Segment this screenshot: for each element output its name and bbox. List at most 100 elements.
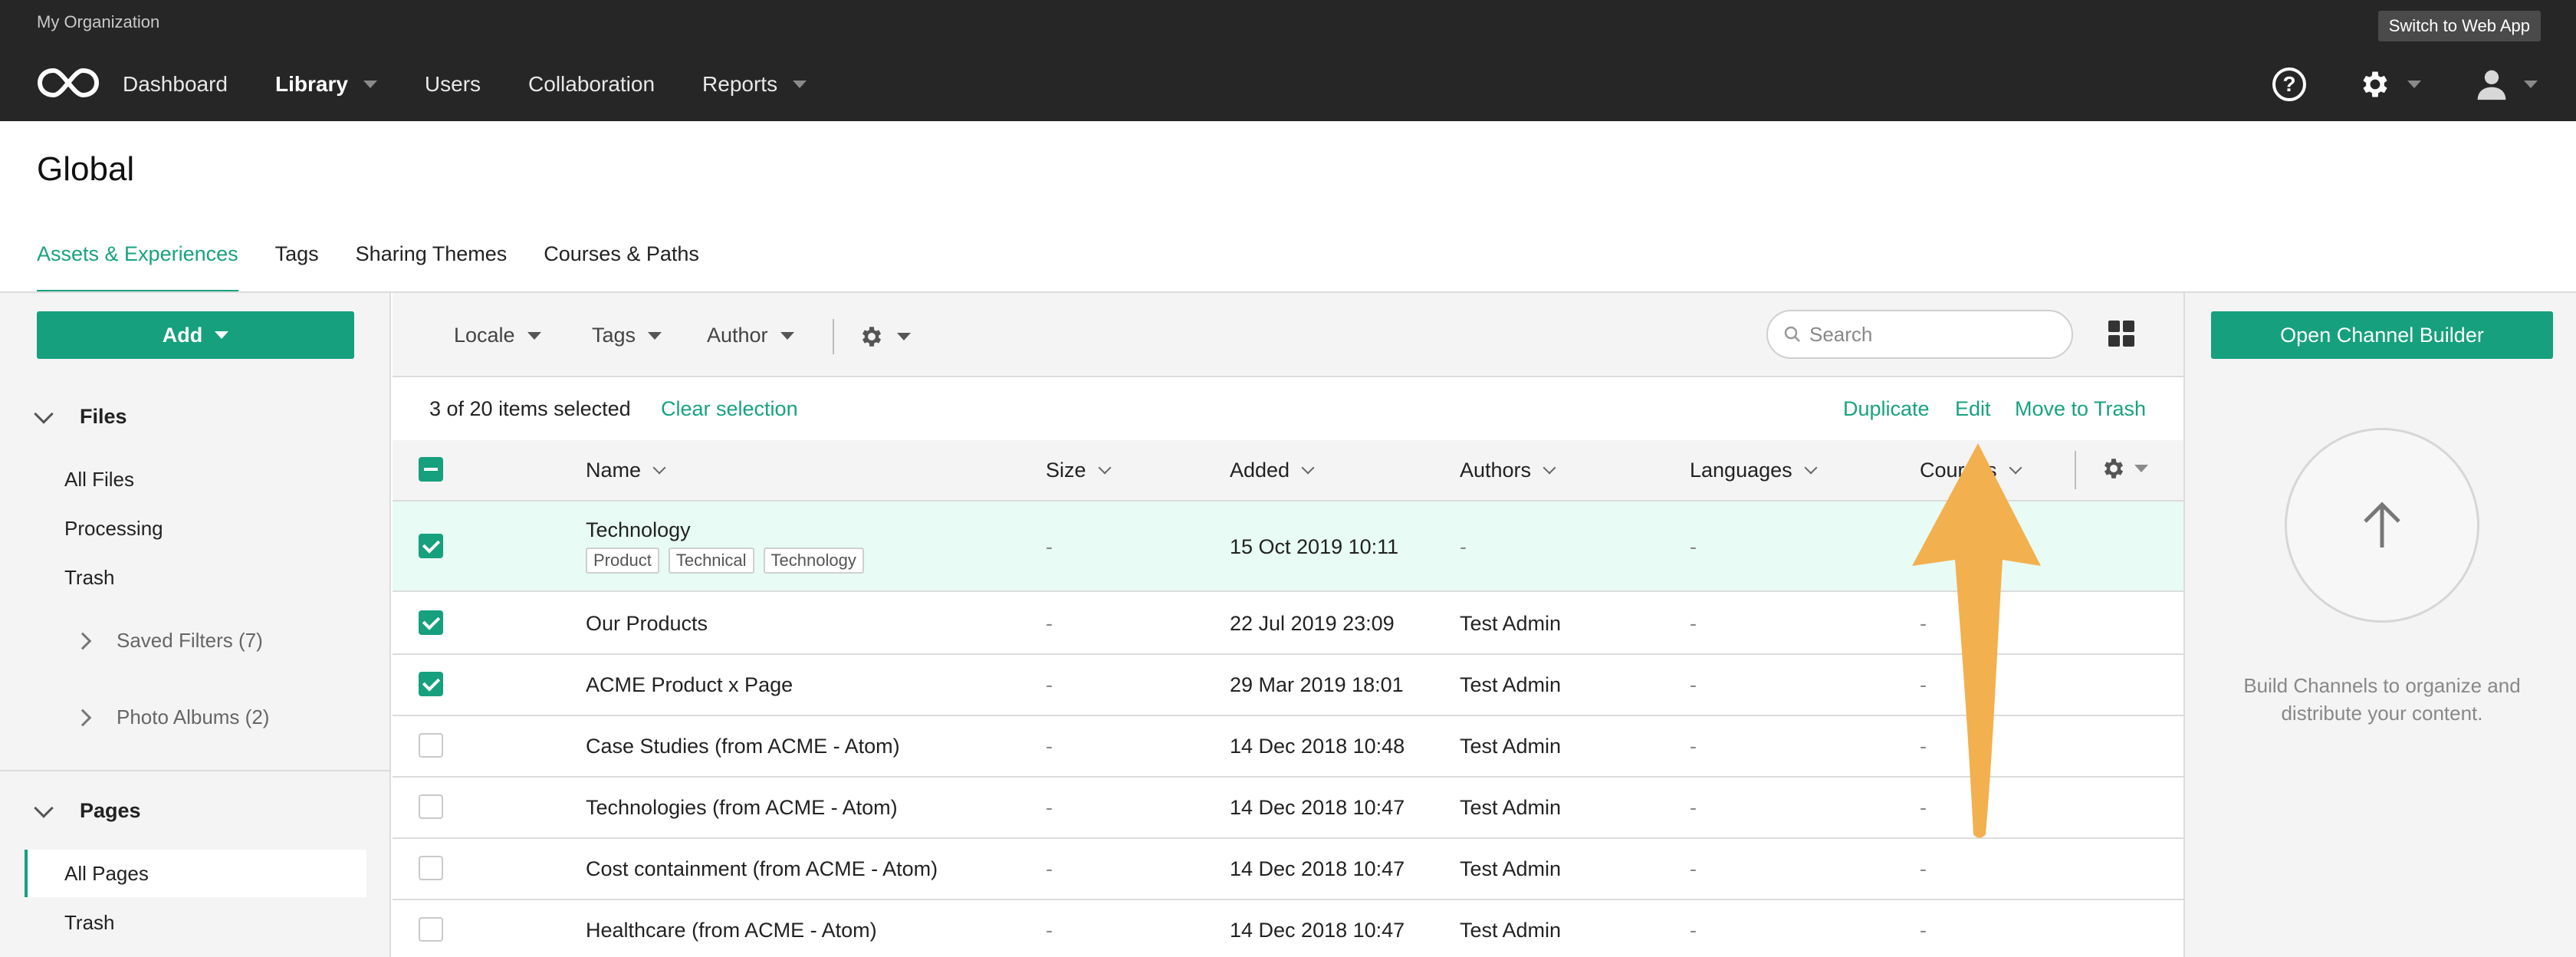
- row-name[interactable]: ACME Product x Page: [586, 673, 793, 697]
- main-nav: Dashboard Library Users Collaboration Re…: [123, 67, 854, 101]
- files-heading: Files: [80, 405, 127, 428]
- row-name[interactable]: Healthcare (from ACME - Atom): [586, 919, 877, 942]
- row-name[interactable]: Cost containment (from ACME - Atom): [586, 857, 938, 881]
- table-row[interactable]: Case Studies (from ACME - Atom) - 14 Dec…: [393, 716, 2183, 778]
- edit-action[interactable]: Edit: [1955, 397, 1991, 421]
- row-checkbox[interactable]: [419, 610, 443, 635]
- channel-upload-dropzone[interactable]: [2285, 428, 2479, 623]
- caret-down-icon: [215, 331, 229, 339]
- row-courses: -: [1920, 919, 1927, 942]
- row-added: 14 Dec 2018 10:48: [1230, 735, 1405, 758]
- row-checkbox[interactable]: [419, 733, 443, 758]
- row-added: 14 Dec 2018 10:47: [1230, 919, 1405, 942]
- row-name[interactable]: Our Products: [586, 612, 708, 636]
- table-row[interactable]: Technology Product Technical Technology …: [393, 502, 2183, 592]
- nav-users[interactable]: Users: [425, 72, 481, 97]
- sort-chevron-icon: [1301, 461, 1315, 474]
- nav-reports[interactable]: Reports: [702, 72, 807, 97]
- nav-collaboration[interactable]: Collaboration: [528, 72, 655, 97]
- locale-filter[interactable]: Locale: [454, 324, 541, 347]
- row-name[interactable]: Technologies (from ACME - Atom): [586, 796, 898, 820]
- table-row[interactable]: Our Products - 22 Jul 2019 23:09 Test Ad…: [393, 594, 2183, 655]
- nav-reports-label: Reports: [702, 72, 778, 96]
- files-section-toggle[interactable]: Files: [34, 403, 127, 429]
- column-languages[interactable]: Languages: [1690, 459, 1818, 482]
- row-name[interactable]: Case Studies (from ACME - Atom): [586, 735, 900, 758]
- gear-icon: [2104, 459, 2124, 479]
- pages-heading: Pages: [80, 799, 141, 822]
- row-checkbox[interactable]: [419, 917, 443, 942]
- tag-badge: Product: [586, 548, 659, 574]
- row-size: -: [1046, 796, 1053, 819]
- author-filter[interactable]: Author: [707, 324, 794, 347]
- infinity-logo-icon[interactable]: [37, 66, 100, 100]
- row-languages: -: [1690, 857, 1697, 880]
- row-authors: Test Admin: [1460, 857, 1562, 880]
- user-icon: [2477, 70, 2506, 100]
- toolbar-separator: [833, 319, 834, 354]
- settings-menu[interactable]: [2358, 67, 2421, 101]
- row-checkbox[interactable]: [419, 672, 443, 696]
- table-row[interactable]: Healthcare (from ACME - Atom) - 14 Dec 2…: [393, 900, 2183, 957]
- locale-filter-label: Locale: [454, 324, 515, 347]
- row-name[interactable]: Technology: [586, 518, 691, 542]
- help-icon[interactable]: ?: [2272, 67, 2306, 101]
- photo-albums-label: Photo Albums (2): [117, 705, 270, 728]
- row-added: 14 Dec 2018 10:47: [1230, 857, 1405, 880]
- tab-assets-experiences[interactable]: Assets & Experiences: [37, 241, 238, 293]
- move-to-trash-action[interactable]: Move to Trash: [2015, 397, 2146, 421]
- sidebar-item-pages-trash[interactable]: Trash: [64, 911, 115, 935]
- pages-section-toggle[interactable]: Pages: [34, 798, 141, 823]
- organization-name: My Organization: [37, 12, 160, 31]
- switch-to-web-app-button[interactable]: Switch to Web App: [2377, 11, 2541, 41]
- column-added-label: Added: [1230, 459, 1290, 482]
- search-input[interactable]: [1809, 322, 2062, 347]
- row-checkbox[interactable]: [419, 856, 443, 880]
- duplicate-action[interactable]: Duplicate: [1843, 397, 1930, 421]
- table-row[interactable]: Cost containment (from ACME - Atom) - 14…: [393, 839, 2183, 900]
- column-settings-menu[interactable]: [2101, 455, 2148, 482]
- column-authors[interactable]: Authors: [1460, 459, 1556, 482]
- nav-dashboard[interactable]: Dashboard: [123, 72, 228, 97]
- clear-selection-link[interactable]: Clear selection: [661, 397, 798, 421]
- select-all-checkbox[interactable]: [419, 457, 443, 482]
- selection-bar: 3 of 20 items selected Clear selection D…: [393, 377, 2183, 440]
- author-filter-label: Author: [707, 324, 768, 347]
- table-row[interactable]: ACME Product x Page - 29 Mar 2019 18:01 …: [393, 655, 2183, 716]
- sidebar-item-all-pages[interactable]: All Pages: [64, 862, 149, 886]
- column-added[interactable]: Added: [1230, 459, 1315, 482]
- row-size: -: [1046, 612, 1053, 635]
- add-button[interactable]: Add: [37, 311, 354, 359]
- grid-view-icon[interactable]: [2108, 321, 2134, 347]
- row-authors: Test Admin: [1460, 919, 1562, 942]
- left-sidebar: Add Files All Files Processing Trash Sav…: [0, 293, 391, 957]
- top-right-controls: ?: [2272, 63, 2538, 106]
- column-name[interactable]: Name: [586, 459, 666, 482]
- row-checkbox[interactable]: [419, 534, 443, 558]
- table-row[interactable]: Technologies (from ACME - Atom) - 14 Dec…: [393, 778, 2183, 839]
- user-menu[interactable]: [2475, 67, 2538, 101]
- column-size[interactable]: Size: [1046, 459, 1112, 482]
- sidebar-item-files-trash[interactable]: Trash: [64, 566, 115, 590]
- caret-down-icon: [2407, 81, 2421, 88]
- chevron-right-icon: [74, 709, 92, 726]
- view-settings-menu[interactable]: [859, 324, 911, 350]
- saved-filters-label: Saved Filters (7): [117, 629, 263, 652]
- column-courses[interactable]: Courses: [1920, 459, 2022, 482]
- sidebar-item-all-files[interactable]: All Files: [64, 468, 134, 492]
- tab-sharing-themes[interactable]: Sharing Themes: [356, 241, 508, 293]
- chevron-down-icon: [34, 798, 54, 818]
- tab-tags[interactable]: Tags: [275, 241, 319, 293]
- open-channel-builder-button[interactable]: Open Channel Builder: [2211, 311, 2553, 359]
- tags-filter-label: Tags: [592, 324, 636, 347]
- chevron-right-icon: [74, 632, 92, 650]
- row-checkbox[interactable]: [419, 794, 443, 819]
- tab-courses-paths[interactable]: Courses & Paths: [544, 241, 699, 293]
- row-authors: Test Admin: [1460, 673, 1562, 696]
- sidebar-item-processing[interactable]: Processing: [64, 517, 163, 541]
- row-languages: -: [1690, 673, 1697, 696]
- tags-filter[interactable]: Tags: [592, 324, 662, 347]
- sidebar-item-photo-albums[interactable]: Photo Albums (2): [74, 705, 270, 729]
- nav-library[interactable]: Library: [275, 72, 377, 97]
- sidebar-item-saved-filters[interactable]: Saved Filters (7): [74, 629, 263, 653]
